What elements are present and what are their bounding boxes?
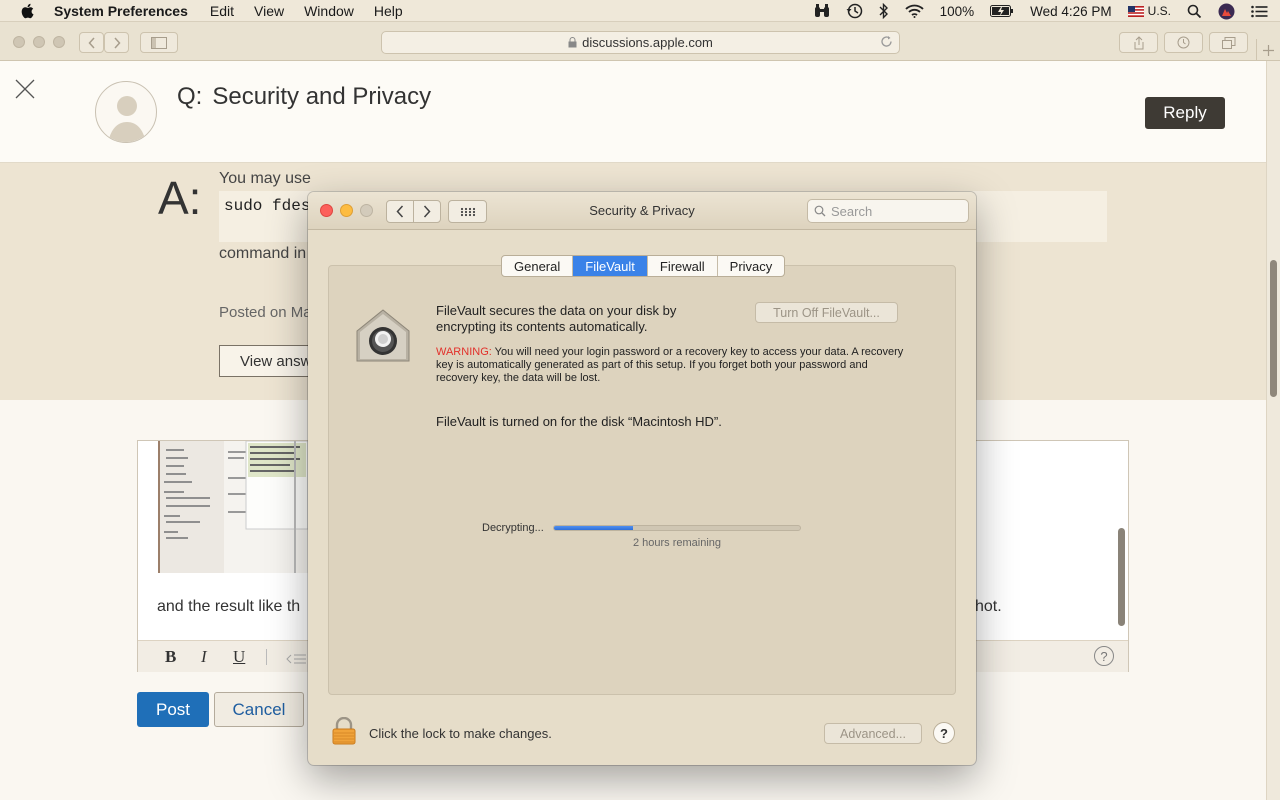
bold-button[interactable]: B — [165, 647, 176, 667]
sidebar-toggle-button[interactable] — [140, 32, 178, 53]
bluetooth-icon[interactable] — [879, 3, 889, 19]
chevron-left-icon — [87, 36, 95, 49]
filevault-description: FileVault secures the data on your disk … — [436, 303, 677, 334]
tab-privacy[interactable]: Privacy — [718, 256, 785, 276]
user-avatar-icon[interactable] — [1218, 3, 1235, 20]
menu-view[interactable]: View — [254, 3, 284, 19]
forward-button[interactable] — [104, 32, 129, 53]
answer-text-line1: You may use — [219, 170, 311, 187]
question-title: Security and Privacy — [212, 83, 432, 110]
chevron-right-icon — [113, 36, 121, 49]
filevault-status: FileVault is turned on for the disk “Mac… — [436, 414, 722, 429]
warning-text: You will need your login password or a r… — [436, 346, 904, 384]
lock-icon — [568, 37, 577, 48]
lock-message: Click the lock to make changes. — [369, 726, 552, 741]
browser-zoom-button[interactable] — [53, 36, 65, 48]
post-button[interactable]: Post — [137, 692, 209, 727]
reload-icon[interactable] — [880, 35, 893, 51]
plus-icon — [1263, 44, 1274, 56]
browser-toolbar: discussions.apple.com — [0, 22, 1280, 61]
tab-general[interactable]: General — [502, 256, 574, 276]
search-icon — [814, 205, 826, 217]
url-text: discussions.apple.com — [582, 35, 713, 50]
warning-label: WARNING: — [436, 346, 492, 358]
editor-text-right: hot. — [975, 598, 1002, 615]
search-placeholder: Search — [831, 203, 873, 219]
menu-help[interactable]: Help — [374, 3, 403, 19]
answer-prefix: A: — [158, 172, 202, 224]
back-button[interactable] — [79, 32, 104, 53]
padlock-icon[interactable] — [332, 716, 356, 745]
tab-firewall[interactable]: Firewall — [648, 256, 718, 276]
share-button[interactable] — [1119, 32, 1158, 53]
filevault-icon — [353, 307, 413, 367]
embedded-screenshot-image — [158, 440, 309, 573]
window-titlebar: Security & Privacy Search — [308, 192, 976, 230]
avatar — [95, 81, 157, 143]
apple-menu-icon[interactable] — [20, 3, 36, 19]
tab-filevault[interactable]: FileVault — [573, 256, 648, 276]
clock-icon — [1177, 36, 1190, 49]
flag-us-icon[interactable]: U.S. — [1127, 4, 1171, 18]
posted-date: Posted on Ma — [219, 304, 312, 321]
page-title: Q: Security and Privacy — [177, 83, 431, 111]
help-button[interactable]: ? — [933, 722, 955, 744]
wifi-icon[interactable] — [904, 4, 924, 18]
prefs-search-field[interactable]: Search — [807, 199, 969, 223]
cancel-button[interactable]: Cancel — [214, 692, 304, 727]
turn-off-filevault-button[interactable]: Turn Off FileVault... — [755, 302, 898, 323]
battery-charging-icon[interactable] — [990, 5, 1014, 17]
binoculars-icon[interactable] — [814, 4, 830, 18]
spotlight-search-icon[interactable] — [1187, 4, 1202, 19]
time-remaining: 2 hours remaining — [632, 537, 722, 549]
underline-button[interactable]: U — [233, 647, 245, 667]
answer-text-line2: command in — [219, 245, 307, 262]
progress-fill — [554, 526, 633, 530]
question-header: Q: Security and Privacy Reply — [0, 61, 1266, 163]
browser-close-button[interactable] — [13, 36, 25, 48]
status-area: 100% Wed 4:26 PM U.S. — [814, 0, 1268, 22]
question-prefix: Q: — [177, 83, 203, 110]
progress-label: Decrypting... — [482, 522, 544, 534]
security-privacy-window: Security & Privacy Search General FileVa… — [308, 192, 976, 765]
sidebar-icon — [151, 36, 167, 49]
menu-window[interactable]: Window — [304, 3, 354, 19]
menu-bar: System Preferences Edit View Window Help… — [0, 0, 1280, 22]
warning-message: WARNING: You will need your login passwo… — [436, 346, 906, 385]
address-bar[interactable]: discussions.apple.com — [381, 31, 900, 54]
battery-percent[interactable]: 100% — [940, 4, 975, 19]
editor-text-left: and the result like th — [157, 598, 301, 615]
tabs-icon — [1221, 36, 1235, 49]
decrypt-progress-bar — [553, 525, 801, 531]
toolbar-divider — [266, 649, 267, 665]
page-scrollbar[interactable] — [1266, 61, 1280, 800]
tab-bar: General FileVault Firewall Privacy — [501, 255, 786, 277]
close-icon[interactable] — [14, 78, 36, 100]
input-source-label: U.S. — [1147, 4, 1171, 18]
italic-button[interactable]: I — [201, 647, 207, 667]
outdent-icon[interactable] — [286, 650, 306, 670]
reply-button[interactable]: Reply — [1145, 97, 1225, 129]
editor-scrollbar[interactable] — [1118, 528, 1125, 626]
browser-minimize-button[interactable] — [33, 36, 45, 48]
tabs-overview-button[interactable] — [1209, 32, 1248, 53]
time-machine-icon[interactable] — [846, 3, 863, 19]
history-button[interactable] — [1164, 32, 1203, 53]
share-icon — [1134, 35, 1143, 49]
menu-edit[interactable]: Edit — [210, 3, 234, 19]
menu-clock[interactable]: Wed 4:26 PM — [1030, 4, 1112, 19]
page-scrollbar-thumb[interactable] — [1270, 260, 1277, 397]
notification-center-icon[interactable] — [1251, 5, 1268, 18]
advanced-button[interactable]: Advanced... — [824, 723, 922, 744]
person-silhouette-icon — [108, 96, 146, 142]
menu-app-name[interactable]: System Preferences — [54, 3, 188, 19]
editor-help-icon[interactable]: ? — [1094, 646, 1114, 666]
new-tab-button[interactable] — [1256, 39, 1280, 61]
